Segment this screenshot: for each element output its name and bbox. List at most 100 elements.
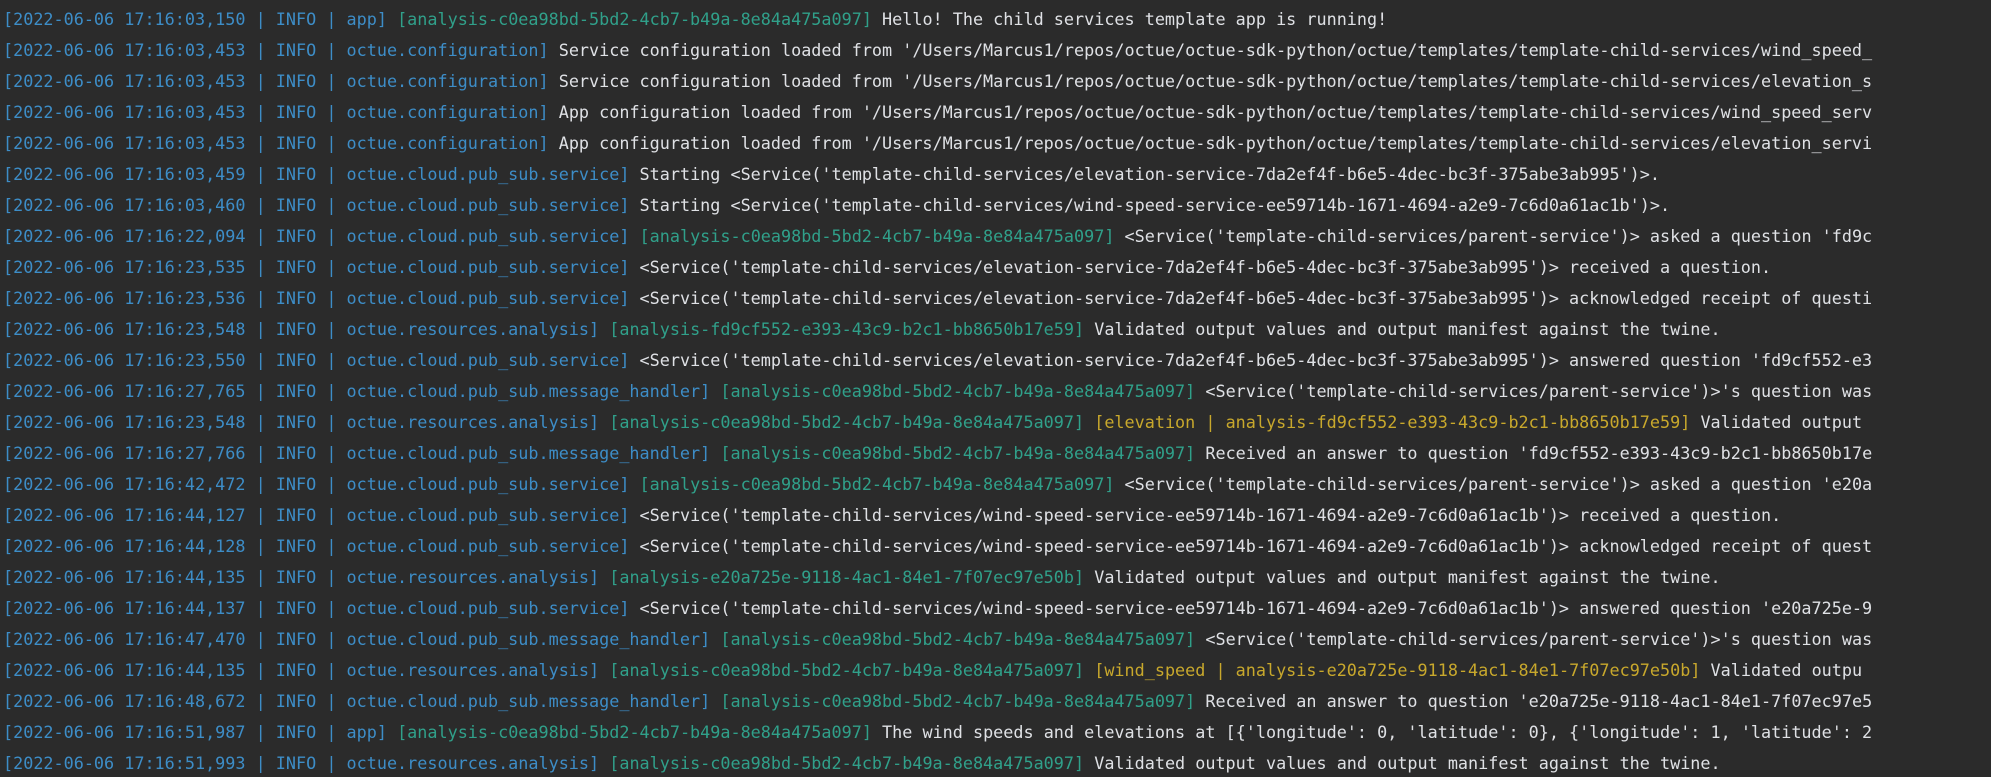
log-separator: | (245, 71, 276, 91)
log-level: INFO (275, 164, 317, 184)
log-line: [2022-06-06 17:16:27,766 | INFO | octue.… (0, 438, 1991, 469)
log-separator: | (245, 567, 276, 587)
log-bracket: [ (3, 629, 14, 649)
log-analysis-id: analysis-c0ea98bd-5bd2-4cb7-b49a-8e84a47… (619, 660, 1074, 680)
log-level: INFO (275, 40, 317, 60)
log-level: INFO (275, 226, 317, 246)
log-line: [2022-06-06 17:16:23,548 | INFO | octue.… (0, 314, 1991, 345)
log-bracket: ] (1690, 660, 1701, 680)
log-line: [2022-06-06 17:16:51,993 | INFO | octue.… (0, 748, 1991, 777)
terminal-log-output[interactable]: [2022-06-06 17:16:03,150 | INFO | app] [… (0, 0, 1991, 777)
log-logger: octue.cloud.pub_sub.message_handler (346, 629, 701, 649)
log-logger: octue.configuration (346, 102, 539, 122)
log-level: INFO (275, 691, 317, 711)
log-separator: | (316, 412, 347, 432)
log-logger: app (346, 722, 377, 742)
log-message: <Service('template-child-services/parent… (1205, 381, 1873, 401)
log-level: INFO (275, 9, 317, 29)
log-line: [2022-06-06 17:16:44,128 | INFO | octue.… (0, 531, 1991, 562)
log-bracket: ] (619, 474, 630, 494)
log-bracket: [ (1094, 412, 1105, 432)
log-logger: octue.configuration (346, 40, 539, 60)
log-message: <Service('template-child-services/parent… (1124, 474, 1873, 494)
log-logger: octue.cloud.pub_sub.service (346, 164, 620, 184)
log-bracket: ] (538, 40, 549, 60)
log-separator: | (245, 474, 276, 494)
log-message: <Service('template-child-services/parent… (1124, 226, 1873, 246)
log-separator: | (316, 629, 347, 649)
log-line: [2022-06-06 17:16:47,470 | INFO | octue.… (0, 624, 1991, 655)
log-line: [2022-06-06 17:16:23,535 | INFO | octue.… (0, 252, 1991, 283)
log-timestamp: 2022-06-06 17:16:44,127 (13, 505, 246, 525)
log-bracket: ] (1185, 629, 1196, 649)
log-timestamp: 2022-06-06 17:16:42,472 (13, 474, 246, 494)
log-message: Hello! The child services template app i… (882, 9, 1388, 29)
log-child-tag: elevation | analysis-fd9cf552-e393-43c9-… (1104, 412, 1681, 432)
log-message: Service configuration loaded from '/User… (558, 40, 1873, 60)
log-timestamp: 2022-06-06 17:16:44,135 (13, 567, 246, 587)
log-bracket: [ (3, 257, 14, 277)
log-level: INFO (275, 412, 317, 432)
log-timestamp: 2022-06-06 17:16:03,453 (13, 40, 246, 60)
log-level: INFO (275, 319, 317, 339)
log-bracket: [ (3, 381, 14, 401)
log-bracket: [ (720, 443, 731, 463)
log-bracket: ] (538, 71, 549, 91)
log-line: [2022-06-06 17:16:27,765 | INFO | octue.… (0, 376, 1991, 407)
log-bracket: ] (538, 133, 549, 153)
log-bracket: ] (1185, 691, 1196, 711)
log-logger: octue.resources.analysis (346, 412, 590, 432)
log-timestamp: 2022-06-06 17:16:44,135 (13, 660, 246, 680)
log-level: INFO (275, 443, 317, 463)
log-timestamp: 2022-06-06 17:16:23,535 (13, 257, 246, 277)
log-separator: | (316, 226, 347, 246)
log-bracket: ] (619, 226, 630, 246)
log-bracket: [ (3, 412, 14, 432)
log-level: INFO (275, 474, 317, 494)
log-bracket: [ (3, 691, 14, 711)
log-logger: octue.cloud.pub_sub.service (346, 536, 620, 556)
log-bracket: [ (3, 226, 14, 246)
log-bracket: [ (3, 660, 14, 680)
log-line: [2022-06-06 17:16:22,094 | INFO | octue.… (0, 221, 1991, 252)
log-logger: octue.resources.analysis (346, 567, 590, 587)
log-timestamp: 2022-06-06 17:16:51,993 (13, 753, 246, 773)
log-timestamp: 2022-06-06 17:16:23,548 (13, 412, 246, 432)
log-level: INFO (275, 753, 317, 773)
log-bracket: [ (609, 567, 620, 587)
log-separator: | (316, 40, 347, 60)
log-bracket: [ (3, 9, 14, 29)
log-bracket: [ (3, 40, 14, 60)
log-bracket: [ (3, 319, 14, 339)
log-bracket: [ (3, 164, 14, 184)
log-logger: octue.resources.analysis (346, 660, 590, 680)
log-bracket: ] (376, 9, 387, 29)
log-analysis-id: analysis-c0ea98bd-5bd2-4cb7-b49a-8e84a47… (730, 381, 1186, 401)
log-level: INFO (275, 567, 317, 587)
log-bracket: ] (1680, 412, 1691, 432)
log-bracket: [ (3, 443, 14, 463)
log-separator: | (245, 505, 276, 525)
log-separator: | (316, 164, 347, 184)
log-bracket: [ (3, 474, 14, 494)
log-bracket: [ (609, 753, 620, 773)
log-separator: | (245, 257, 276, 277)
log-separator: | (245, 133, 276, 153)
log-separator: | (245, 412, 276, 432)
log-timestamp: 2022-06-06 17:16:22,094 (13, 226, 246, 246)
log-analysis-id: analysis-c0ea98bd-5bd2-4cb7-b49a-8e84a47… (407, 9, 862, 29)
log-bracket: [ (3, 536, 14, 556)
log-logger: octue.cloud.pub_sub.message_handler (346, 381, 701, 401)
log-separator: | (245, 288, 276, 308)
log-bracket: ] (700, 629, 711, 649)
log-bracket: [ (720, 629, 731, 649)
log-analysis-id: analysis-c0ea98bd-5bd2-4cb7-b49a-8e84a47… (619, 753, 1074, 773)
log-message: Service configuration loaded from '/User… (558, 71, 1873, 91)
log-logger: octue.cloud.pub_sub.service (346, 474, 620, 494)
log-timestamp: 2022-06-06 17:16:27,765 (13, 381, 246, 401)
log-separator: | (245, 536, 276, 556)
log-separator: | (316, 9, 347, 29)
log-separator: | (245, 40, 276, 60)
log-timestamp: 2022-06-06 17:16:48,672 (13, 691, 246, 711)
log-separator: | (316, 288, 347, 308)
